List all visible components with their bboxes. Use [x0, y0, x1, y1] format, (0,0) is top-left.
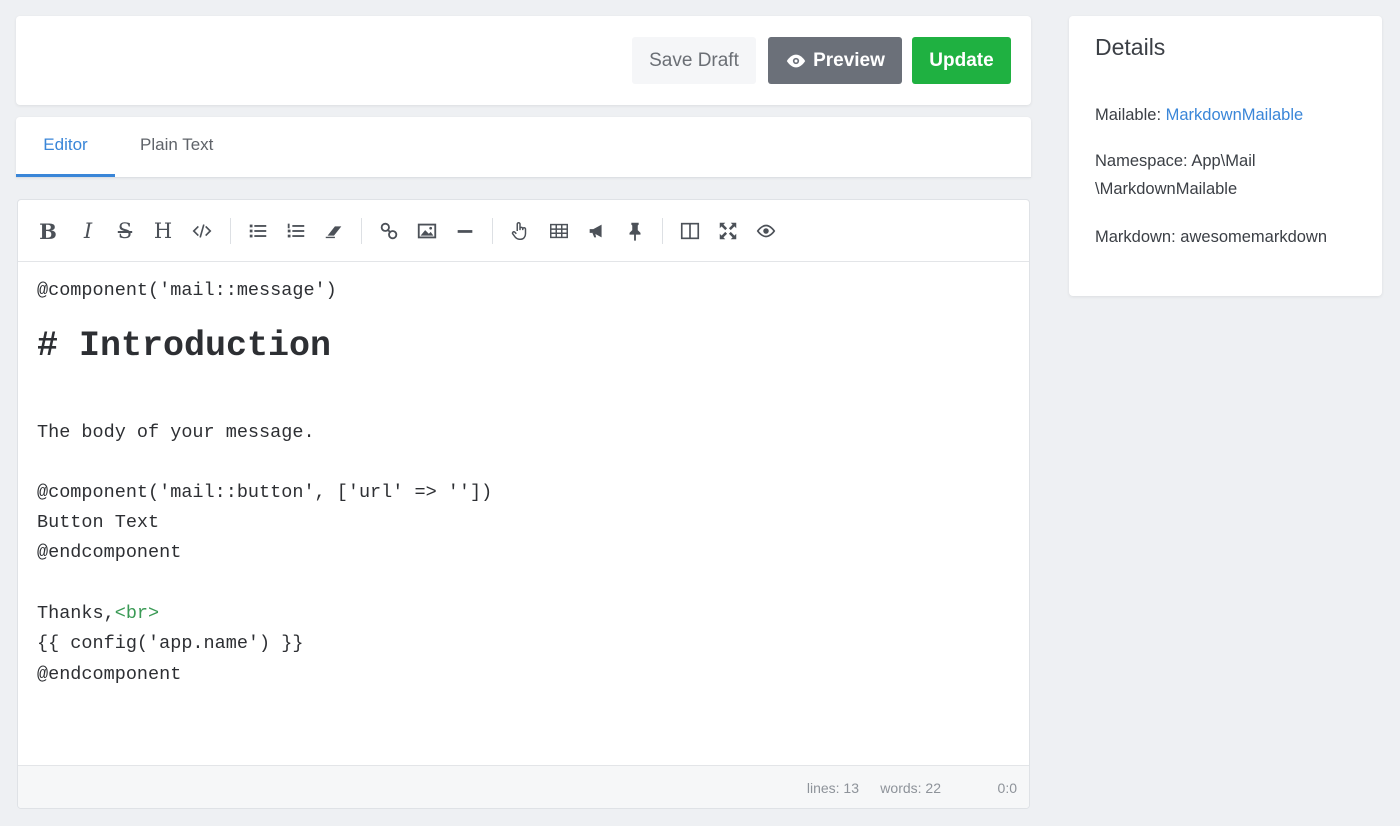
editor-statusbar: lines: 13 words: 22 0:0 — [18, 765, 1029, 808]
code-line-heading: # Introduction — [37, 326, 332, 366]
code-line: Button Text — [37, 512, 160, 533]
hand-pointer-icon[interactable] — [506, 217, 534, 245]
update-button[interactable]: Update — [912, 37, 1011, 84]
preview-label: Preview — [813, 49, 885, 71]
code-line: The body of your message. — [37, 422, 315, 443]
tab-bar: Editor Plain Text — [16, 117, 1031, 177]
ordered-list-icon[interactable] — [282, 217, 310, 245]
action-bar: Save Draft Preview Update — [16, 16, 1031, 105]
mailable-row: Mailable: MarkdownMailable — [1095, 101, 1370, 129]
tab-divider — [16, 177, 1031, 178]
editor-toolbar: B I S H — [18, 200, 1029, 262]
toolbar-separator — [492, 218, 493, 244]
word-count: words: 22 — [880, 780, 941, 796]
code-line: @endcomponent — [37, 542, 182, 563]
code-line: {{ config('app.name') }} — [37, 633, 304, 654]
markdown-row: Markdown: awesomemarkdown — [1095, 223, 1370, 251]
code-line: @component('mail::button', ['url' => '']… — [37, 482, 493, 503]
table-icon[interactable] — [545, 217, 573, 245]
strikethrough-icon[interactable]: S — [111, 217, 139, 245]
megaphone-icon[interactable] — [583, 217, 611, 245]
mailable-label: Mailable: — [1095, 106, 1162, 124]
namespace-row: Namespace: App\Mail \MarkdownMailable — [1095, 147, 1370, 203]
code-line: Thanks,<br> — [37, 603, 159, 624]
image-icon[interactable] — [413, 217, 441, 245]
details-title: Details — [1095, 34, 1166, 60]
markdown-editor: B I S H @component('mail::message') # In… — [17, 199, 1030, 809]
tab-plain-text[interactable]: Plain Text — [140, 117, 213, 177]
bold-icon[interactable]: B — [34, 217, 62, 245]
code-line: @component('mail::message') — [37, 280, 337, 301]
code-text: Thanks, — [37, 603, 115, 624]
side-by-side-icon[interactable] — [676, 217, 704, 245]
mailable-link[interactable]: MarkdownMailable — [1166, 106, 1304, 124]
toolbar-separator — [230, 218, 231, 244]
toolbar-separator — [361, 218, 362, 244]
unordered-list-icon[interactable] — [244, 217, 272, 245]
save-draft-button[interactable]: Save Draft — [632, 37, 756, 84]
details-panel: Details Mailable: MarkdownMailable Names… — [1069, 16, 1382, 296]
line-count: lines: 13 — [806, 780, 859, 796]
preview-button[interactable]: Preview — [768, 37, 902, 84]
eraser-icon[interactable] — [320, 217, 348, 245]
code-line: @endcomponent — [37, 664, 182, 685]
br-tag: <br> — [114, 603, 160, 624]
italic-icon[interactable]: I — [74, 217, 102, 245]
eye-icon — [786, 54, 806, 67]
namespace-label: Namespace: — [1095, 152, 1188, 170]
eye-icon[interactable] — [752, 217, 780, 245]
tab-editor[interactable]: Editor — [16, 117, 115, 177]
namespace-value: App\Mail — [1191, 152, 1256, 170]
fullscreen-icon[interactable] — [714, 217, 742, 245]
code-icon[interactable] — [188, 217, 216, 245]
link-icon[interactable] — [375, 217, 403, 245]
markdown-label: Markdown: — [1095, 228, 1176, 246]
namespace-value-cont: \MarkdownMailable — [1095, 180, 1238, 198]
pin-icon[interactable] — [621, 217, 649, 245]
toolbar-separator — [662, 218, 663, 244]
horizontal-rule-icon[interactable] — [451, 217, 479, 245]
cursor-position: 0:0 — [997, 780, 1017, 796]
markdown-value: awesomemarkdown — [1180, 228, 1328, 246]
heading-icon[interactable]: H — [149, 217, 177, 245]
